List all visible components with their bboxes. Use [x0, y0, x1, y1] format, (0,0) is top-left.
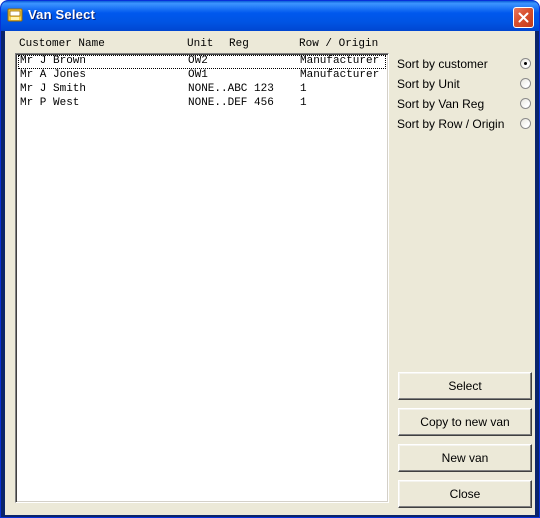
- origin-cell: Manufacturer: [300, 69, 380, 81]
- customer-cell: Mr J Brown: [20, 55, 87, 67]
- app-folder-icon: [7, 7, 23, 23]
- customer-cell: Mr J Smith: [20, 83, 87, 95]
- table-header: Customer Name Unit Reg Row / Origin: [19, 38, 399, 52]
- radio-selected-dot: [524, 62, 527, 65]
- window-title: Van Select: [28, 7, 96, 22]
- sort-by-row-origin-label: Sort by Row / Origin: [397, 117, 505, 131]
- title-bar[interactable]: Van Select: [1, 1, 539, 31]
- header-unit[interactable]: Unit: [187, 38, 213, 50]
- sort-by-unit-radio[interactable]: [520, 78, 531, 89]
- origin-cell: 1: [300, 83, 307, 95]
- copy-to-new-van-button[interactable]: Copy to new van: [398, 408, 532, 436]
- close-icon: [518, 12, 529, 23]
- close-window-button[interactable]: [513, 7, 534, 28]
- select-button[interactable]: Select: [398, 372, 532, 400]
- sort-by-van-reg-label: Sort by Van Reg: [397, 97, 485, 111]
- sort-by-customer-radio[interactable]: [520, 58, 531, 69]
- sort-by-customer-option[interactable]: Sort by customer: [397, 55, 535, 73]
- origin-cell: 1: [300, 97, 307, 109]
- van-list[interactable]: Mr J Brown OW2 Manufacturer Mr A Jones O…: [15, 53, 389, 503]
- header-row-origin[interactable]: Row / Origin: [299, 38, 378, 50]
- sort-by-unit-option[interactable]: Sort by Unit: [397, 75, 535, 93]
- customer-cell: Mr P West: [20, 97, 80, 109]
- header-customer-name[interactable]: Customer Name: [19, 38, 105, 50]
- unit-reg-cell: NONE..ABC 123: [188, 83, 274, 95]
- header-reg[interactable]: Reg: [229, 38, 249, 50]
- origin-cell: Manufacturer: [300, 55, 380, 67]
- table-row[interactable]: Mr P West NONE..DEF 456 1: [18, 97, 386, 111]
- table-row[interactable]: Mr A Jones OW1 Manufacturer: [18, 69, 386, 83]
- table-row[interactable]: Mr J Smith NONE..ABC 123 1: [18, 83, 386, 97]
- sort-by-van-reg-radio[interactable]: [520, 98, 531, 109]
- sort-by-van-reg-option[interactable]: Sort by Van Reg: [397, 95, 535, 113]
- sort-by-unit-label: Sort by Unit: [397, 77, 460, 91]
- unit-reg-cell: NONE..DEF 456: [188, 97, 274, 109]
- new-van-button[interactable]: New van: [398, 444, 532, 472]
- sort-by-customer-label: Sort by customer: [397, 57, 488, 71]
- van-select-window: Van Select Customer Name Unit Reg Row / …: [0, 0, 540, 518]
- unit-reg-cell: OW2: [188, 55, 208, 67]
- unit-reg-cell: OW1: [188, 69, 208, 81]
- table-row[interactable]: Mr J Brown OW2 Manufacturer: [18, 55, 386, 69]
- sort-by-row-origin-radio[interactable]: [520, 118, 531, 129]
- close-button[interactable]: Close: [398, 480, 532, 508]
- dialog-client-area: Customer Name Unit Reg Row / Origin Mr J…: [5, 31, 535, 515]
- customer-cell: Mr A Jones: [20, 69, 87, 81]
- sort-by-row-origin-option[interactable]: Sort by Row / Origin: [397, 115, 535, 133]
